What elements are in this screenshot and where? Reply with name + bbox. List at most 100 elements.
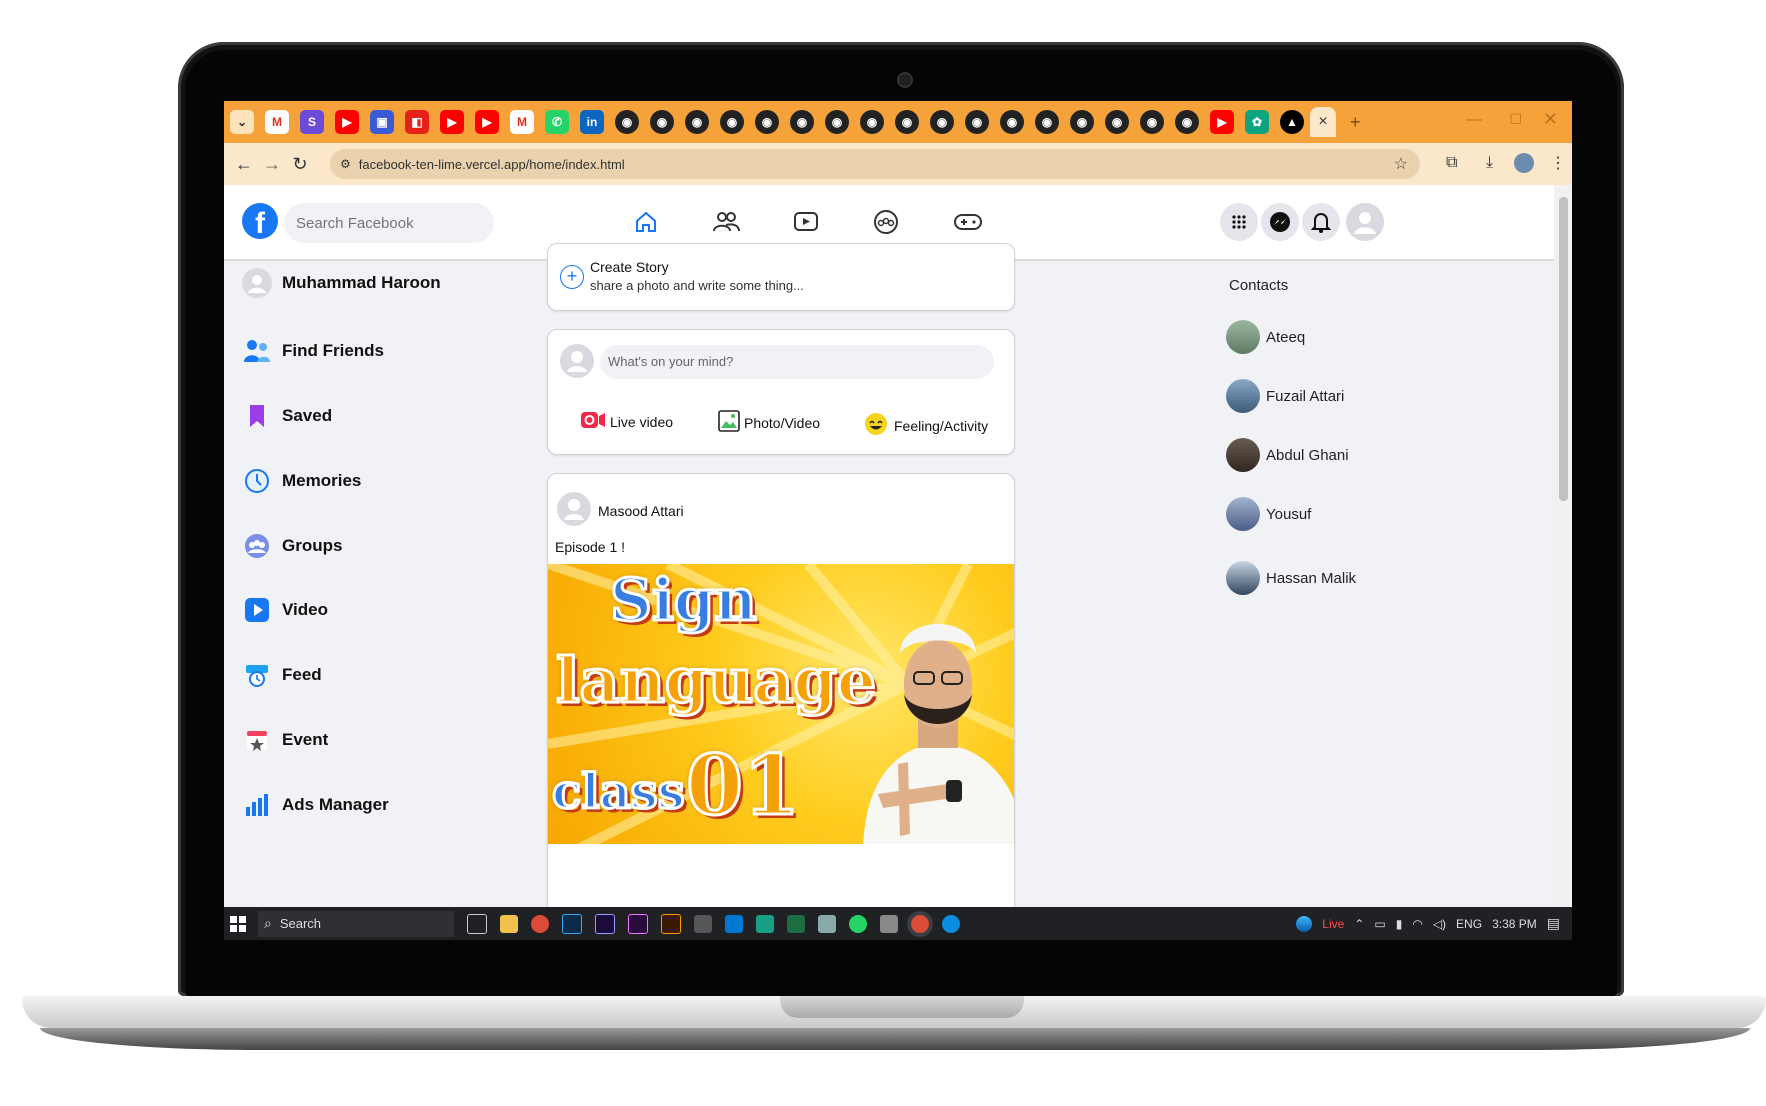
sidebar-item-groups[interactable]: Groups [242,526,342,566]
search-input[interactable] [284,203,494,243]
github-tab-icon[interactable]: ◉ [720,110,744,134]
github-tab-icon[interactable]: ◉ [965,110,989,134]
site-info-icon[interactable]: ⚙ [340,157,351,171]
new-tab-button[interactable]: + [1350,112,1361,133]
weather-icon[interactable] [1296,915,1313,932]
maximize-icon[interactable]: ☐ [1509,111,1522,128]
github-tab-icon[interactable]: ◉ [1105,110,1129,134]
gmail-tab-icon[interactable]: M [265,110,289,134]
volume-icon[interactable]: ◁) [1433,917,1446,931]
language-indicator[interactable]: ENG [1456,917,1482,931]
feeling-activity-button[interactable]: Feeling/Activity [864,412,988,439]
home-icon[interactable] [628,207,664,237]
app-icon[interactable] [818,914,836,933]
sidebar-item-saved[interactable]: Saved [242,396,332,436]
device-icon[interactable]: ▭ [1374,917,1385,931]
gaming-nav-icon[interactable] [950,207,986,237]
battery-icon[interactable]: ▮ [1396,917,1403,931]
app-icon[interactable] [756,914,774,933]
whats-on-your-mind-input[interactable]: What's on your mind? [600,345,994,379]
reload-icon[interactable]: ↻ [286,154,314,175]
github-tab-icon[interactable]: ◉ [1140,110,1164,134]
extensions-icon[interactable]: ⧉ [1446,154,1457,172]
github-tab-icon[interactable]: ◉ [1070,110,1094,134]
premiere-icon[interactable] [628,913,648,934]
post-author-name[interactable]: Masood Attari [598,503,684,519]
github-tab-icon[interactable]: ◉ [860,110,884,134]
plus-icon[interactable]: + [560,265,584,289]
calculator-icon[interactable] [880,914,898,933]
github-tab-icon[interactable]: ◉ [1035,110,1059,134]
youtube-tab-icon[interactable]: ▶ [335,110,359,134]
edge-icon[interactable] [942,914,960,933]
contact-hassan-malik[interactable]: Hassan Malik [1226,558,1356,598]
github-tab-icon[interactable]: ◉ [895,110,919,134]
app-icon[interactable] [694,914,712,933]
post-author-avatar-icon[interactable] [557,492,591,526]
messenger-icon[interactable] [1261,203,1299,241]
sidebar-item-memories[interactable]: Memories [242,461,361,501]
github-tab-icon[interactable]: ◉ [755,110,779,134]
photoshop-icon[interactable] [562,913,582,934]
watch-nav-icon[interactable] [788,207,824,237]
sidebar-item-feed[interactable]: Feed [242,655,322,695]
sidebar-item-event[interactable]: Event [242,720,328,760]
github-tab-icon[interactable]: ◉ [685,110,709,134]
sidebar-item-profile[interactable]: Muhammad Haroon [242,263,441,303]
s-tab-icon[interactable]: S [300,110,324,134]
create-story-card[interactable]: + Create Story share a photo and write s… [547,243,1015,311]
friends-nav-icon[interactable] [708,207,744,237]
live-video-button[interactable]: Live video [580,410,673,433]
tab-icon[interactable]: ◧ [405,110,429,134]
chrome-active-icon[interactable] [911,914,929,933]
contact-yousuf[interactable]: Yousuf [1226,494,1311,534]
windows-start-icon[interactable] [230,915,246,932]
tab-search-dropdown-icon[interactable]: ⌄ [230,110,254,134]
github-tab-icon[interactable]: ◉ [650,110,674,134]
close-tab-icon[interactable]: × [1310,107,1336,137]
live-indicator[interactable]: Live [1322,917,1344,931]
github-tab-icon[interactable]: ◉ [1000,110,1024,134]
excel-icon[interactable] [787,914,805,933]
linkedin-tab-icon[interactable]: in [580,110,604,134]
more-menu-icon[interactable]: ⋮ [1550,153,1566,173]
bookmark-star-icon[interactable]: ☆ [1394,154,1408,174]
notification-center-icon[interactable]: ▤ [1547,915,1560,932]
close-window-icon[interactable]: ✕ [1543,109,1558,130]
github-tab-icon[interactable]: ◉ [615,110,639,134]
menu-grid-icon[interactable] [1220,203,1258,241]
minimize-icon[interactable]: — [1466,111,1482,129]
chat-tab-icon[interactable]: ✿ [1245,110,1269,134]
wifi-icon[interactable]: ◠ [1412,917,1422,931]
youtube-tab-icon[interactable]: ▶ [1210,110,1234,134]
chrome-icon[interactable] [531,914,549,933]
sidebar-item-video[interactable]: Video [242,590,328,630]
taskbar-search-box[interactable]: ⌕ Search [258,910,454,937]
youtube-tab-icon[interactable]: ▶ [475,110,499,134]
account-avatar-icon[interactable] [1346,203,1384,241]
after-effects-icon[interactable] [595,913,615,934]
whatsapp-icon[interactable] [849,914,867,933]
download-icon[interactable]: ⤓ [1486,154,1493,172]
groups-nav-icon[interactable] [868,207,904,237]
clock[interactable]: 3:38 PM [1492,917,1537,931]
post-image[interactable]: Sign language class 01 [548,564,1014,844]
scrollbar-thumb[interactable] [1559,197,1568,501]
notifications-bell-icon[interactable] [1302,203,1340,241]
github-tab-icon[interactable]: ◉ [790,110,814,134]
sidebar-item-ads-manager[interactable]: Ads Manager [242,785,389,825]
url-field[interactable]: ⚙ facebook-ten-lime.vercel.app/home/inde… [330,149,1420,179]
youtube-tab-icon[interactable]: ▶ [440,110,464,134]
back-icon[interactable]: ← [230,154,258,175]
sidebar-item-find-friends[interactable]: Find Friends [242,331,384,371]
gmail-tab-icon[interactable]: M [510,110,534,134]
contact-fuzail-attari[interactable]: Fuzail Attari [1226,376,1344,416]
app-tab-icon[interactable]: ▣ [370,110,394,134]
forward-icon[interactable]: → [258,154,286,175]
illustrator-icon[interactable] [661,913,681,934]
facebook-logo[interactable]: f [242,203,278,240]
github-tab-icon[interactable]: ◉ [930,110,954,134]
github-tab-icon[interactable]: ◉ [1175,110,1199,134]
photo-video-button[interactable]: Photo/Video [718,410,820,435]
contact-abdul-ghani[interactable]: Abdul Ghani [1226,435,1349,475]
